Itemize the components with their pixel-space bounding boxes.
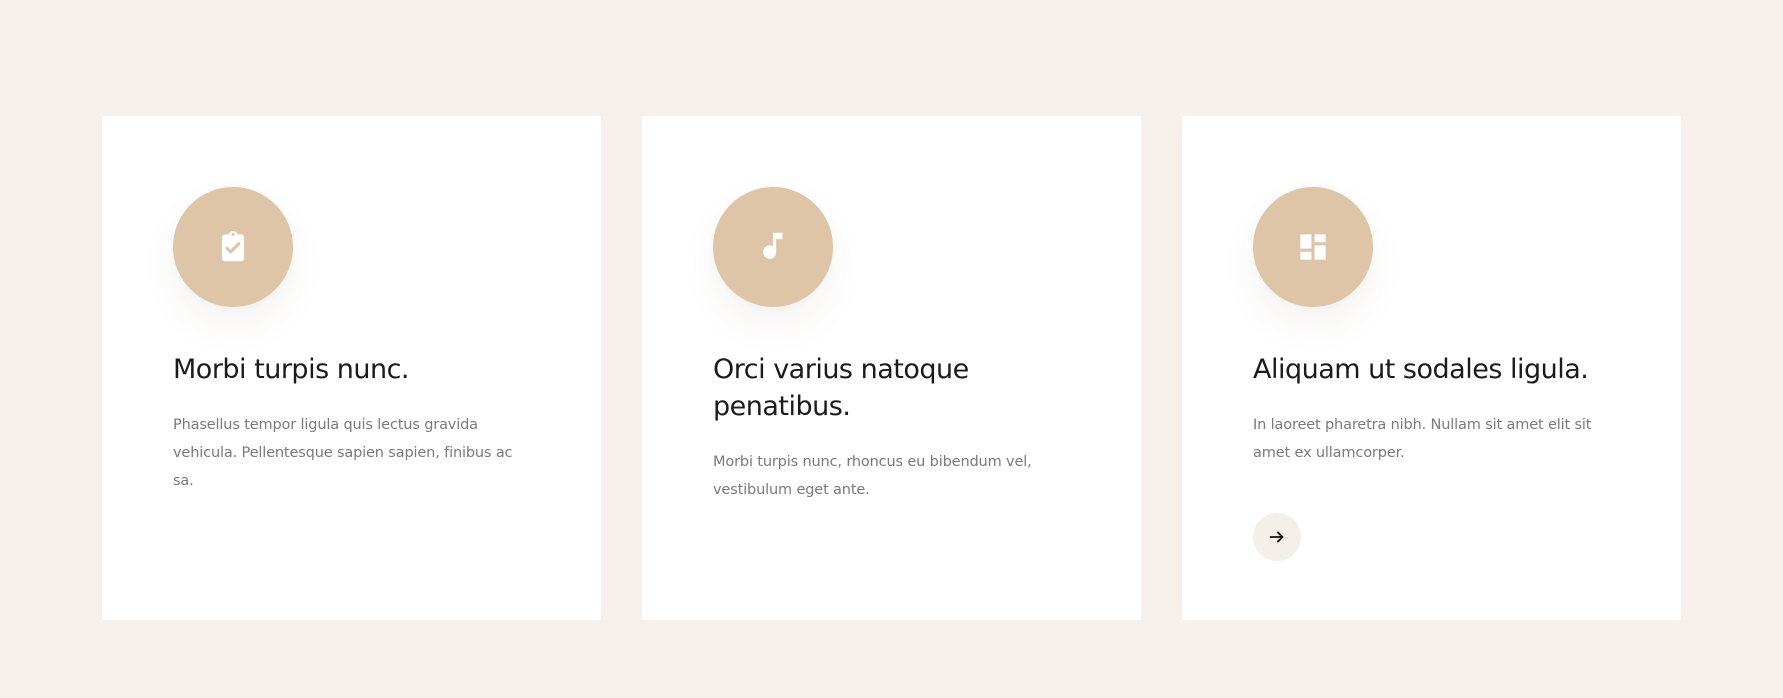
feature-card-3: Aliquam ut sodales ligula. In laoreet ph… xyxy=(1182,116,1681,620)
icon-circle xyxy=(173,187,293,307)
card-title: Orci varius natoque penatibus. xyxy=(713,354,969,422)
feature-card-1: Morbi turpis nunc. Phasellus tempor ligu… xyxy=(102,116,601,620)
card-description: Phasellus tempor ligula quis lectus grav… xyxy=(173,417,513,489)
icon-circle xyxy=(1253,187,1373,307)
clipboard-check-icon xyxy=(214,228,252,266)
read-more-button[interactable] xyxy=(1253,513,1301,561)
icon-circle xyxy=(713,187,833,307)
dashboard-layout-icon xyxy=(1294,228,1332,266)
feature-card-2: Orci varius natoque penatibus. Morbi tur… xyxy=(642,116,1141,620)
card-title: Morbi turpis nunc. xyxy=(173,354,410,385)
card-description: Morbi turpis nunc, rhoncus eu bibendum v… xyxy=(713,454,1032,498)
card-title: Aliquam ut sodales ligula. xyxy=(1253,354,1589,385)
music-note-icon xyxy=(754,228,792,266)
card-description: In laoreet pharetra nibh. Nullam sit ame… xyxy=(1253,417,1592,461)
feature-cards: Morbi turpis nunc. Phasellus tempor ligu… xyxy=(102,116,1681,620)
arrow-right-icon xyxy=(1269,531,1284,543)
